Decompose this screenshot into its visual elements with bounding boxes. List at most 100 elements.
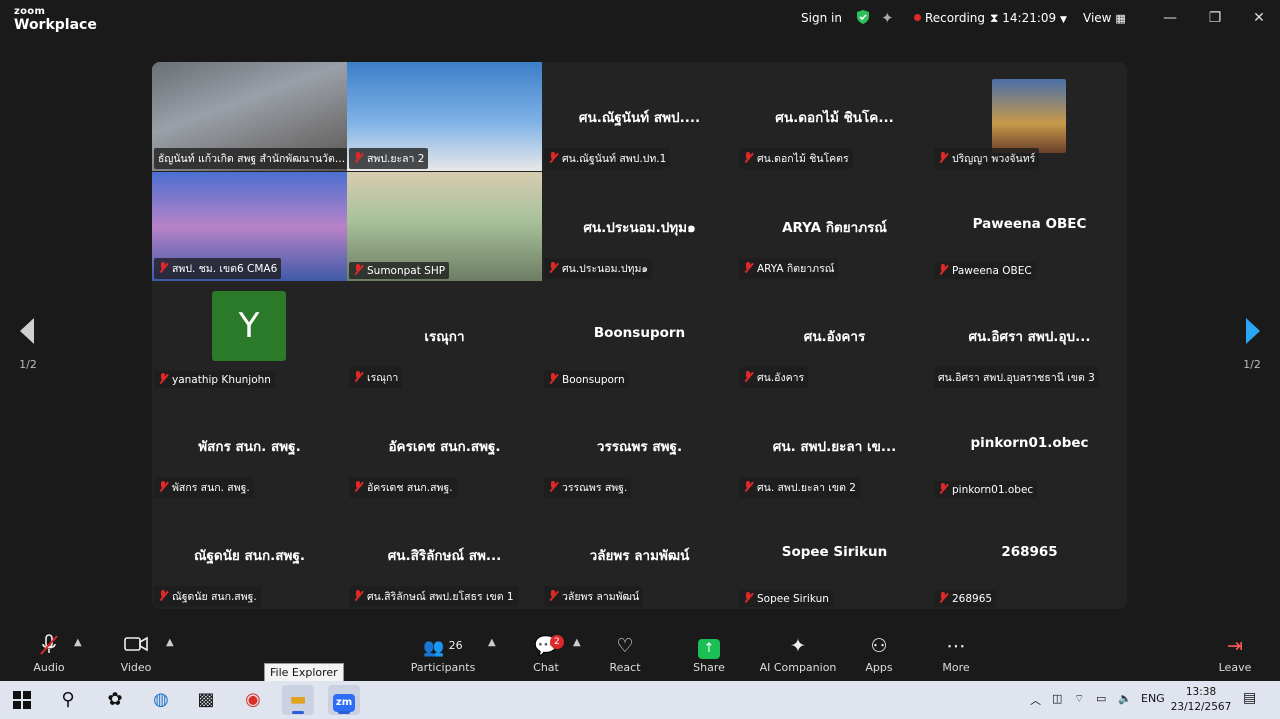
mic-muted-icon xyxy=(938,263,948,275)
record-dot-icon xyxy=(914,14,921,21)
page-indicator-left: 1/2 xyxy=(19,358,37,371)
mic-muted-icon xyxy=(158,373,168,384)
notification-icon[interactable]: ▤ xyxy=(1243,690,1256,706)
leave-button[interactable]: ⇥ Leave xyxy=(1195,633,1275,674)
prev-page[interactable]: 1/2 xyxy=(8,318,48,378)
participant-name-text: ธัญนันท์ แก้วเกิด สพฐ สำนักพัฒนานวัตกรรม xyxy=(158,153,347,165)
chat-badge: 2 xyxy=(550,635,564,649)
mic-muted-icon xyxy=(353,371,363,382)
participant-tile[interactable]: Sumonpat SHP xyxy=(347,171,542,281)
search-icon[interactable]: ⚲ xyxy=(52,685,84,715)
battery-icon[interactable]: ▭ xyxy=(1096,692,1106,705)
chevron-down-icon: ▼ xyxy=(1060,15,1067,25)
participant-name-label: ณัฐดนัย สนก.สพฐ. xyxy=(154,586,261,607)
sparkle-star-icon: ✦ xyxy=(790,635,806,657)
participant-tile[interactable]: สพป.ยะลา 2 xyxy=(347,62,542,171)
clock-time: 13:38 xyxy=(1185,686,1217,698)
react-button[interactable]: ♡ React xyxy=(585,633,665,674)
participant-tile[interactable]: ศน.อังคาร ศน.อังคาร xyxy=(737,281,932,390)
participants-label: Participants xyxy=(410,661,476,674)
qr-app-icon[interactable]: ▩ xyxy=(190,685,222,715)
restore-icon[interactable]: ❐ xyxy=(1202,8,1228,28)
share-button[interactable]: ↑ Share xyxy=(669,633,749,674)
participant-tile[interactable]: ศน. สพป.ยะลา เข... ศน. สพป.ยะลา เขต 2 xyxy=(737,391,932,500)
participant-tile[interactable]: Paweena OBEC Paweena OBEC xyxy=(932,172,1127,281)
network-icon[interactable]: ⌔ xyxy=(1074,692,1084,706)
participant-name-text: ณัฐดนัย สนก.สพฐ. xyxy=(172,591,257,603)
participant-display-name: ศน.ณัฐนันท์ สพป.... xyxy=(578,110,701,126)
sign-in-button[interactable]: Sign in xyxy=(801,11,842,25)
video-button[interactable]: Video xyxy=(96,633,176,674)
participant-tile[interactable]: วรรณพร สพฐ. วรรณพร สพฐ. xyxy=(542,391,737,500)
share-label: Share xyxy=(693,661,725,674)
zoom-taskbar-icon[interactable]: zm xyxy=(328,685,360,715)
next-page[interactable]: 1/2 xyxy=(1232,318,1272,378)
participant-tile[interactable]: ARYA กิตยาภรณ์ ARYA กิตยาภรณ์ xyxy=(737,172,932,281)
mic-muted-icon xyxy=(938,592,948,603)
shield-check-icon[interactable] xyxy=(855,9,871,25)
chat-options-caret-icon[interactable]: ▲ xyxy=(573,637,581,648)
meet-now-icon[interactable]: ◫ xyxy=(1052,692,1062,705)
participant-name-label: วลัยพร ลามพัฒน์ xyxy=(544,586,644,607)
participant-tile[interactable]: ศน.ประนอม.ปทุม๑ ศน.ประนอม.ปทุม๑ xyxy=(542,172,737,281)
participant-tile[interactable]: ศน.ดอกไม้ ชินโค... ศน.ดอกไม้ ชินโคตร xyxy=(737,62,932,171)
recording-indicator[interactable]: Recording xyxy=(914,11,985,25)
more-button[interactable]: ⋯ More xyxy=(916,633,996,674)
participant-display-name: Sopee Sirikun xyxy=(781,544,888,560)
participants-icon: 👥 26 xyxy=(423,638,463,658)
windows-start-icon[interactable] xyxy=(6,685,38,715)
participant-tile[interactable]: พัสกร สนก. สพฐ. พัสกร สนก. สพฐ. xyxy=(152,391,347,500)
chrome-icon[interactable]: ◉ xyxy=(237,685,269,715)
participant-display-name: pinkorn01.obec xyxy=(970,434,1089,451)
minimize-icon[interactable]: — xyxy=(1157,8,1183,28)
participant-tile[interactable]: ศน.สิริลักษณ์ สพ... ศน.สิริลักษณ์ สพป.ยโส… xyxy=(347,500,542,609)
mic-muted-icon xyxy=(158,261,168,273)
close-icon[interactable]: ✕ xyxy=(1246,8,1272,28)
participant-tile[interactable]: สพป. ชม. เขต6 CMA6 xyxy=(152,171,347,281)
participant-name-label: อัครเดช สนก.สพฐ. xyxy=(349,476,457,498)
ai-companion-button[interactable]: ✦ AI Companion xyxy=(749,633,847,674)
volume-icon[interactable]: 🔈 xyxy=(1118,692,1132,705)
apps-button[interactable]: ⚇ Apps xyxy=(839,633,919,674)
participant-tile[interactable]: ณัฐดนัย สนก.สพฐ. ณัฐดนัย สนก.สพฐ. xyxy=(152,500,347,609)
meeting-toolbar: Audio ▲ Video ▲ 👥 26 Participants ▲ 💬 2 C… xyxy=(0,627,1280,681)
participant-tile[interactable]: ศน.อิศรา สพป.อุบ... ศน.อิศรา สพป.อุบลราชธ… xyxy=(932,281,1127,390)
edge-browser-icon[interactable]: ◍ xyxy=(145,685,177,715)
participant-tile[interactable]: Yyanathip Khunjohn xyxy=(152,281,347,390)
participants-options-caret-icon[interactable]: ▲ xyxy=(488,637,496,648)
audio-options-caret-icon[interactable]: ▲ xyxy=(74,637,82,648)
language-indicator[interactable]: ENG xyxy=(1141,692,1165,705)
participant-name-text: ศน.ดอกไม้ ชินโคตร xyxy=(757,153,849,165)
participant-name-label: ศน.ประนอม.ปทุม๑ xyxy=(544,257,653,279)
view-button[interactable]: View ▦ xyxy=(1083,11,1126,25)
participants-count: 26 xyxy=(448,639,463,652)
file-explorer-icon[interactable]: ▬ xyxy=(282,685,314,715)
participant-tile[interactable]: เรณุกา เรณุกา xyxy=(347,281,542,390)
participant-tile[interactable]: Sopee Sirikun Sopee Sirikun xyxy=(737,500,932,609)
participant-tile[interactable]: 268965 268965 xyxy=(932,500,1127,609)
participant-name-text: pinkorn01.obec xyxy=(952,483,1034,496)
participant-display-name: ศน. สพป.ยะลา เข... xyxy=(772,438,897,455)
participant-name-label: ศน.อิศรา สพป.อุบลราชธานี เขต 3 xyxy=(934,367,1099,388)
video-options-caret-icon[interactable]: ▲ xyxy=(166,637,174,648)
tray-expand-icon[interactable]: ︿ xyxy=(1030,692,1041,708)
system-clock[interactable]: 13:38 23/12/2567 xyxy=(1168,685,1234,715)
meeting-timer[interactable]: ⧗ 14:21:09 ▼ xyxy=(990,11,1067,26)
participant-tile[interactable]: วลัยพร ลามพัฒน์ วลัยพร ลามพัฒน์ xyxy=(542,500,737,609)
participant-tile[interactable]: pinkorn01.obec pinkorn01.obec xyxy=(932,391,1127,500)
participant-tile[interactable]: ศน.ณัฐนันท์ สพป.... ศน.ณัฐนันท์ สพป.ปท.1 xyxy=(542,62,737,171)
copilot-icon[interactable]: ✿ xyxy=(99,685,131,715)
participant-tile[interactable]: ปริญญา พวงจันทร์ xyxy=(932,62,1127,171)
participant-tile[interactable]: อัครเดช สนก.สพฐ. อัครเดช สนก.สพฐ. xyxy=(347,391,542,500)
participant-name-label: สพป.ยะลา 2 xyxy=(349,148,429,169)
ai-companion-label: AI Companion xyxy=(759,661,837,674)
mic-muted-icon xyxy=(158,590,168,601)
arrow-right-icon xyxy=(1246,318,1260,344)
participant-name-text: ศน.สิริลักษณ์ สพป.ยโสธร เขต 1 xyxy=(367,591,514,603)
participant-tile[interactable]: Boonsuporn Boonsuporn xyxy=(542,281,737,390)
arrow-left-icon xyxy=(20,318,34,344)
participant-tile[interactable]: ธัญนันท์ แก้วเกิด สพฐ สำนักพัฒนานวัตกรรม xyxy=(152,62,347,171)
participants-button[interactable]: 👥 26 Participants xyxy=(403,633,483,674)
sparkle-icon[interactable]: ✦ xyxy=(881,9,894,27)
mic-muted-icon xyxy=(743,480,753,492)
